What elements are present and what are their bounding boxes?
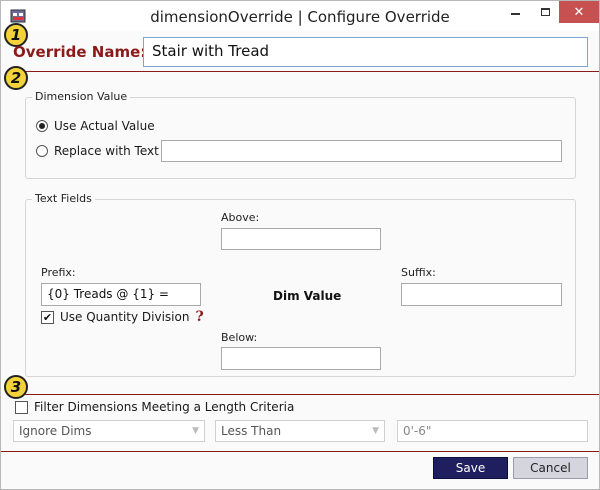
dimension-value-group-title: Dimension Value (32, 90, 131, 103)
close-icon: ✕ (573, 4, 585, 20)
filter-mode-select[interactable]: Ignore Dims ▼ (13, 420, 205, 442)
replace-text-input[interactable] (161, 140, 562, 162)
step-2-badge: 2 (4, 66, 28, 90)
chevron-down-icon: ▼ (372, 426, 379, 436)
text-fields-group-title: Text Fields (32, 192, 95, 205)
footer-divider (1, 451, 599, 452)
configure-override-window: dimensionOverride | Configure Override ✕… (0, 0, 600, 490)
radio-replace-with-text[interactable]: Replace with Text (36, 144, 159, 158)
cancel-button[interactable]: Cancel (513, 457, 588, 479)
help-icon[interactable]: ? (195, 309, 203, 325)
above-label: Above: (221, 211, 260, 224)
section-divider-1 (25, 71, 599, 72)
close-button[interactable]: ✕ (559, 1, 599, 23)
prefix-input[interactable]: {0} Treads @ {1} = (41, 283, 201, 306)
section-divider-3 (25, 394, 599, 395)
filter-length-input[interactable]: 0'-6" (397, 420, 588, 442)
minimize-button[interactable] (501, 1, 529, 23)
radio-replace-with-text-label: Replace with Text (54, 144, 159, 158)
use-quantity-division-label: Use Quantity Division (60, 310, 190, 324)
filter-comparison-select[interactable]: Less Than ▼ (215, 420, 385, 442)
suffix-label: Suffix: (401, 266, 436, 279)
radio-button-unchecked[interactable] (36, 145, 48, 157)
suffix-input[interactable] (401, 283, 562, 306)
filter-mode-value: Ignore Dims (19, 424, 92, 438)
checkbox-checked-icon[interactable]: ✔ (41, 310, 54, 324)
prefix-label: Prefix: (41, 266, 76, 279)
use-quantity-division-checkbox[interactable]: ✔ Use Quantity Division ? (41, 309, 204, 325)
below-label: Below: (221, 331, 258, 344)
below-input[interactable] (221, 347, 381, 370)
filter-dimensions-label: Filter Dimensions Meeting a Length Crite… (34, 400, 295, 414)
save-button[interactable]: Save (433, 457, 508, 479)
filter-dimensions-checkbox[interactable]: Filter Dimensions Meeting a Length Crite… (15, 400, 294, 414)
maximize-button[interactable] (531, 1, 559, 23)
radio-use-actual-value-label: Use Actual Value (54, 119, 155, 133)
maximize-icon (540, 8, 550, 16)
radio-use-actual-value[interactable]: Use Actual Value (36, 119, 155, 133)
step-3-badge: 3 (4, 375, 28, 399)
dimension-value-group (25, 97, 576, 179)
chevron-down-icon: ▼ (192, 426, 199, 436)
above-input[interactable] (221, 228, 381, 250)
radio-button-checked[interactable] (36, 120, 48, 132)
title-bar: dimensionOverride | Configure Override ✕ (1, 1, 599, 31)
override-name-label: Override Name: (13, 43, 147, 61)
filter-comparison-value: Less Than (221, 424, 282, 438)
override-name-input[interactable]: Stair with Tread (143, 37, 588, 67)
minimize-icon (510, 13, 520, 15)
checkbox-unchecked-icon[interactable] (15, 400, 28, 414)
dim-value-label: Dim Value (273, 289, 342, 303)
